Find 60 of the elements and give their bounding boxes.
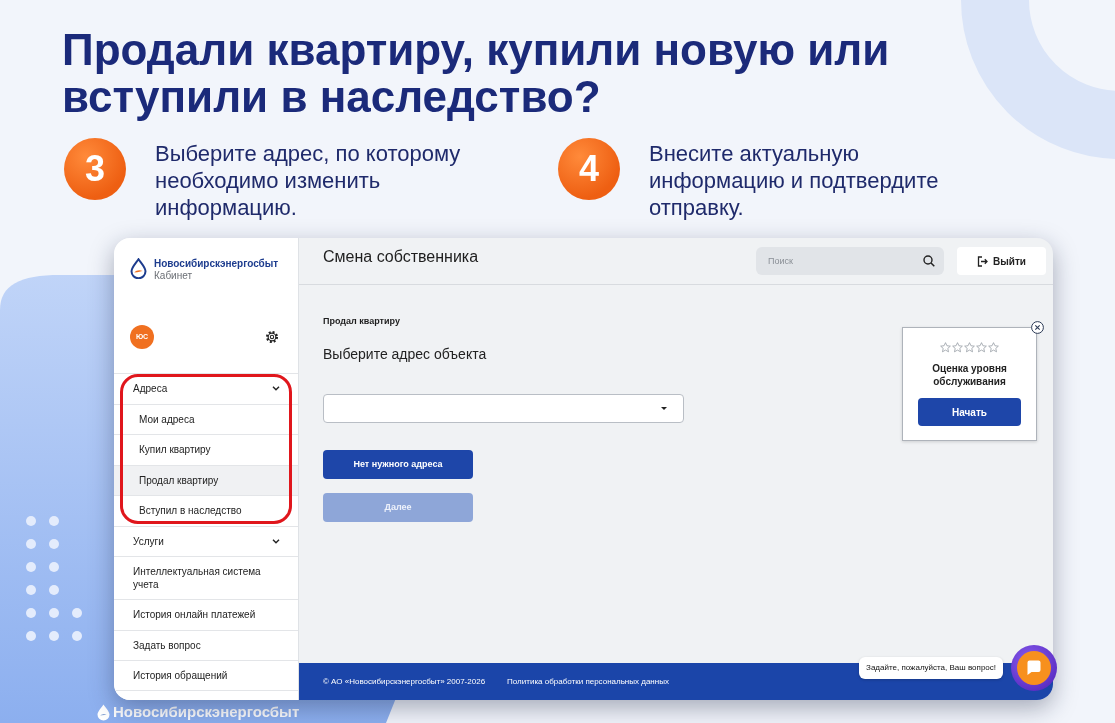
page-title: Смена собственника: [323, 247, 479, 267]
dot-icon: [26, 608, 36, 618]
chevron-down-icon: [272, 538, 280, 544]
sidebar-subitem[interactable]: Продал квартиру: [114, 464, 298, 495]
step-number: 4: [558, 138, 620, 200]
dot-icon: [49, 516, 59, 526]
dot-icon: [26, 562, 36, 572]
form-heading: Выберите адрес объекта: [323, 346, 488, 363]
brand-name: Новосибирскэнергосбыт: [154, 258, 279, 270]
star-icon[interactable]: [964, 342, 975, 353]
star-icon[interactable]: [952, 342, 963, 353]
star-icon[interactable]: [940, 342, 951, 353]
logout-icon: [977, 255, 988, 267]
sidebar-item[interactable]: Адреса: [114, 373, 298, 404]
close-icon[interactable]: [1031, 321, 1044, 334]
step-text: Внесите актуальную информацию и подтвердите отправку.: [649, 140, 940, 221]
dot-icon: [26, 585, 36, 595]
chat-icon: [1017, 651, 1051, 685]
form-button[interactable]: Нет нужного адреса: [323, 450, 473, 479]
dot-icon: [49, 585, 59, 595]
drop-icon: [130, 258, 147, 279]
headline: Продали квартиру, купили новую или вступили в наследство?: [62, 26, 891, 120]
drop-icon: [97, 703, 110, 721]
sidebar-item[interactable]: Интеллектуальная система учета: [114, 556, 298, 599]
step-text: Выберите адрес, по которому необходимо изменить информацию.: [155, 140, 462, 221]
dot-icon: [49, 631, 59, 641]
sidebar-subitem[interactable]: Мои адреса: [114, 403, 298, 434]
sidebar-item[interactable]: История онлайн платежей: [114, 599, 298, 630]
dot-icon: [49, 539, 59, 549]
star-icon[interactable]: [988, 342, 999, 353]
start-button[interactable]: Начать: [918, 398, 1021, 426]
sidebar-item[interactable]: Задать вопрос: [114, 629, 298, 660]
sidebar-item[interactable]: Услуги: [114, 525, 298, 556]
copyright-text: © АО «Новосибирскэнергосбыт» 2007-2026: [323, 675, 486, 688]
step-number: 3: [64, 138, 126, 200]
address-select[interactable]: [323, 394, 684, 423]
search-icon: [923, 255, 935, 267]
chat-prompt: Задайте, пожалуйста, Ваш вопрос!: [859, 657, 1003, 679]
sidebar-subitem[interactable]: Купил квартиру: [114, 434, 298, 465]
brand-name: Новосибирскэнергосбыт: [113, 703, 300, 721]
logout-button[interactable]: Выйти: [957, 247, 1046, 275]
star-icon[interactable]: [976, 342, 987, 353]
search-field[interactable]: Поиск: [756, 247, 944, 275]
sidebar-subitem[interactable]: Вступил в наследство: [114, 495, 298, 526]
dot-icon: [26, 516, 36, 526]
dot-icon: [49, 562, 59, 572]
rating-title: Оценка уровня обслуживания: [931, 362, 1008, 388]
dot-icon: [72, 631, 82, 641]
dot-icon: [26, 631, 36, 641]
section-label: Продал квартиру: [323, 315, 401, 327]
star-rating[interactable]: [940, 342, 999, 353]
caret-icon: [661, 407, 667, 410]
dot-icon: [49, 608, 59, 618]
sidebar-item[interactable]: История обращений: [114, 660, 298, 691]
dot-icon: [72, 608, 82, 618]
policy-link[interactable]: Политика обработки персональных данных: [507, 675, 669, 688]
brand-subtitle: Кабинет: [154, 270, 193, 282]
dot-icon: [26, 539, 36, 549]
settings-icon[interactable]: [265, 330, 279, 344]
chevron-down-icon: [272, 386, 280, 392]
